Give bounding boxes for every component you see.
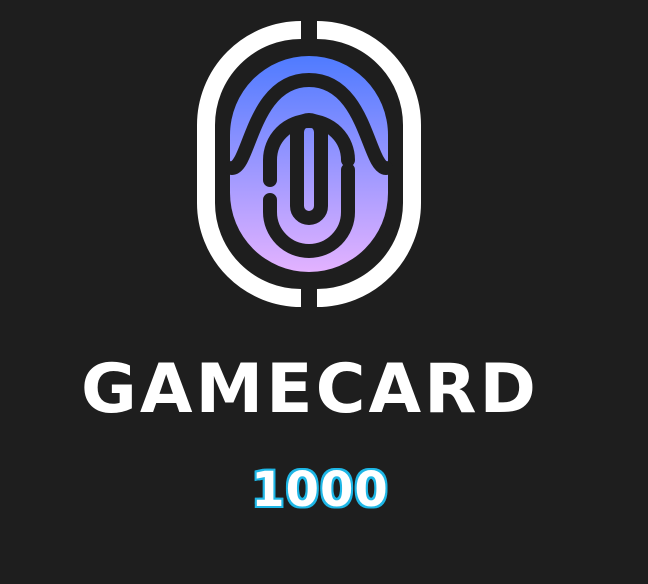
gamecard-banner: GAMECARD 1000 — [0, 0, 648, 584]
card-value: 1000 — [249, 462, 390, 518]
fingerprint-logo-icon — [197, 21, 421, 307]
brand-name: GAMECARD — [81, 350, 539, 429]
